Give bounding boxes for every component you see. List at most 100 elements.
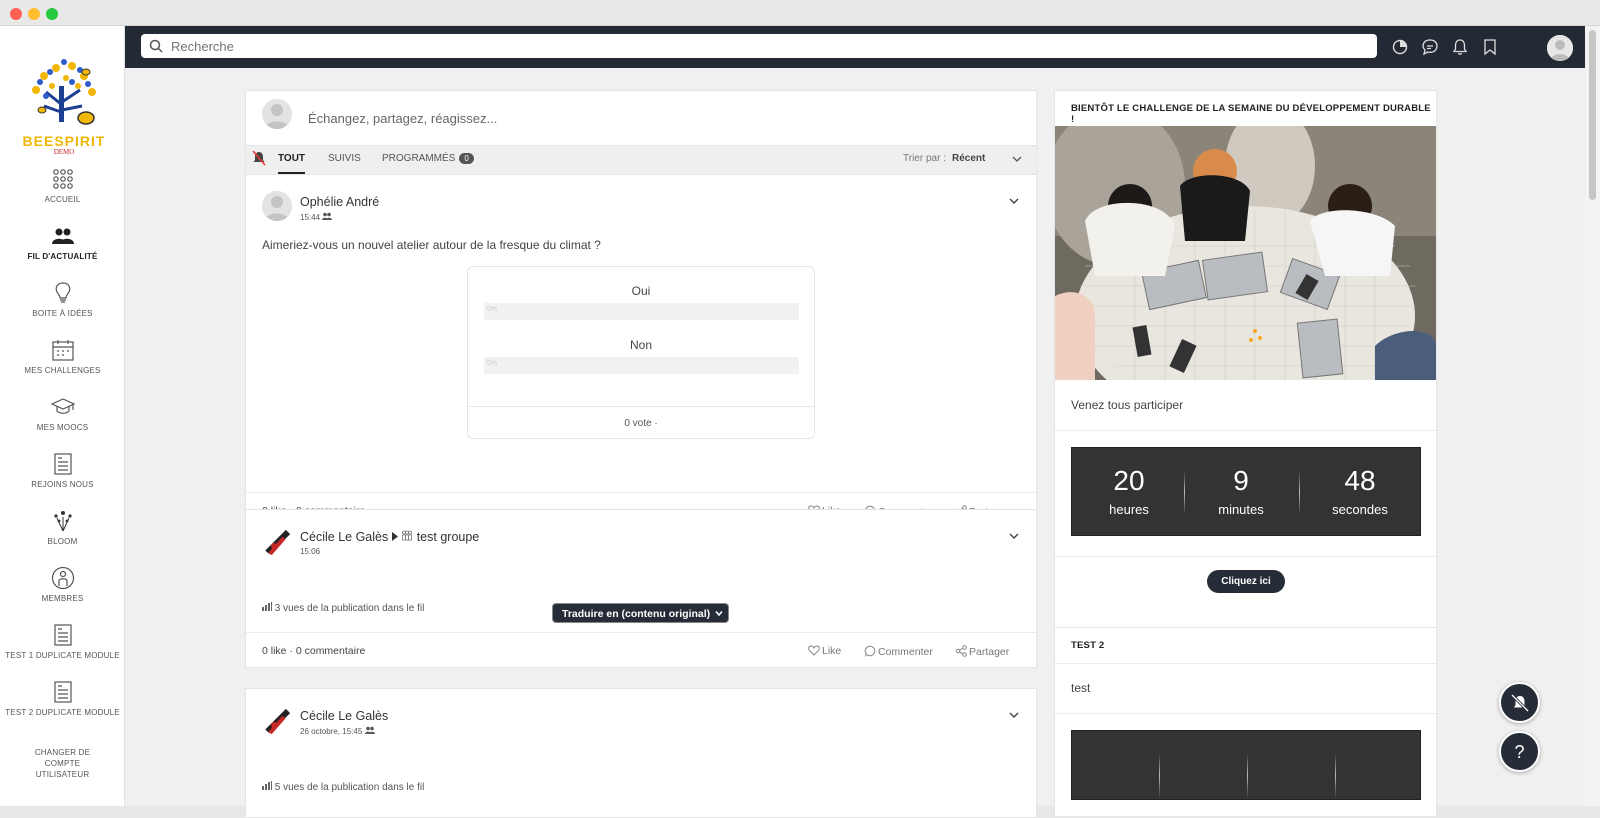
countdown-seconds-value: 48 bbox=[1344, 465, 1376, 496]
nav-item-fil-actualite[interactable]: FIL D'ACTUALITÉ bbox=[0, 224, 125, 262]
help-button[interactable]: ? bbox=[1499, 731, 1540, 772]
page-scrollbar[interactable] bbox=[1585, 26, 1600, 806]
poll-option-bar[interactable]: 0% bbox=[484, 357, 799, 374]
avatar[interactable] bbox=[262, 191, 292, 221]
poll-percent: 0% bbox=[487, 360, 498, 367]
countdown-timer bbox=[1071, 730, 1421, 800]
nav-label: ACCUEIL bbox=[44, 195, 81, 204]
beespirit-logo[interactable]: BEESPIRIT DEMO bbox=[22, 46, 106, 162]
countdown-separator bbox=[1159, 753, 1160, 798]
chevron-down-icon[interactable] bbox=[1008, 709, 1020, 721]
nav-label: BOITE À IDÉES bbox=[32, 309, 93, 318]
logo-text: BEESPIRIT bbox=[23, 133, 106, 149]
nav-label: REJOINS NOUS bbox=[31, 480, 94, 489]
nav-item-rejoins-nous[interactable]: REJOINS NOUS bbox=[0, 452, 125, 490]
nav-item-mes-moocs[interactable]: MES MOOCS bbox=[0, 395, 125, 433]
bookmark-icon[interactable] bbox=[1481, 38, 1499, 56]
tab-tout[interactable]: TOUT bbox=[278, 153, 306, 174]
share-button[interactable]: Partager bbox=[955, 645, 1009, 658]
countdown-minutes: 9 minutes bbox=[1201, 465, 1281, 517]
minimize-window-button[interactable] bbox=[28, 8, 40, 20]
close-window-button[interactable] bbox=[10, 8, 22, 20]
pie-chart-icon[interactable] bbox=[1391, 38, 1409, 56]
cliquez-ici-button[interactable]: Cliquez ici bbox=[1207, 570, 1285, 593]
bar-chart-icon bbox=[262, 781, 272, 790]
nav-item-changer-compte[interactable]: CHANGER DE COMPTE UTILISATEUR bbox=[0, 744, 125, 780]
nav-label: TEST 1 DUPLICATE MODULE bbox=[5, 651, 120, 660]
countdown-hours-value: 20 bbox=[1113, 465, 1145, 496]
challenge-photo[interactable] bbox=[1055, 126, 1436, 380]
translate-select[interactable]: Traduire en (contenu original) bbox=[552, 603, 729, 623]
nav-item-membres[interactable]: MEMBRES bbox=[0, 566, 125, 604]
post-author-name[interactable]: Cécile Le Galès bbox=[300, 530, 388, 544]
chevron-down-icon[interactable] bbox=[1008, 530, 1020, 542]
comment-button[interactable]: Commenter bbox=[864, 645, 933, 658]
countdown-hours: 20 heures bbox=[1089, 465, 1169, 517]
post-text: Aimeriez-vous un nouvel atelier autour d… bbox=[262, 238, 601, 252]
post-time-text: 15:44 bbox=[300, 213, 321, 222]
countdown-seconds: 48 secondes bbox=[1320, 465, 1400, 517]
post-composer[interactable]: Échangez, partagez, réagissez... bbox=[245, 90, 1037, 146]
scrollbar-thumb[interactable] bbox=[1589, 30, 1596, 200]
nav-label: CHANGER DE COMPTE UTILISATEUR bbox=[34, 748, 91, 779]
nav-label: MES MOOCS bbox=[36, 423, 89, 432]
countdown-separator bbox=[1184, 470, 1185, 515]
nav-item-bloom[interactable]: BLOOM bbox=[0, 509, 125, 547]
post-stats[interactable]: 0 like · 0 commentaire bbox=[262, 645, 365, 657]
notifications-off-button[interactable] bbox=[1499, 682, 1540, 723]
search-box[interactable] bbox=[141, 34, 1377, 58]
post-group[interactable]: test groupe bbox=[417, 530, 480, 544]
share-icon bbox=[955, 645, 967, 657]
tab-label: PROGRAMMÉS bbox=[382, 153, 456, 165]
nav-item-mes-challenges[interactable]: MES CHALLENGES bbox=[0, 338, 125, 376]
post-author: Cécile Le Galès test groupe bbox=[300, 530, 479, 544]
maximize-window-button[interactable] bbox=[46, 8, 58, 20]
user-avatar-icon[interactable] bbox=[1547, 35, 1573, 61]
sort-select[interactable]: Trier par : Récent bbox=[903, 153, 985, 164]
avatar[interactable] bbox=[262, 705, 292, 735]
composer-placeholder[interactable]: Échangez, partagez, réagissez... bbox=[308, 111, 497, 126]
feed-post: Cécile Le Galès test groupe 15:06 3 vues… bbox=[245, 509, 1037, 668]
poll-option-bar[interactable]: 0% bbox=[484, 303, 799, 320]
nav-label: FIL D'ACTUALITÉ bbox=[27, 252, 98, 261]
countdown-timer: 20 heures 9 minutes 48 secondes bbox=[1071, 447, 1421, 536]
nav-item-test1-duplicate[interactable]: TEST 1 DUPLICATE MODULE bbox=[0, 623, 125, 661]
sort-value: Récent bbox=[951, 153, 986, 164]
document-icon bbox=[53, 453, 72, 475]
countdown-minutes-label: minutes bbox=[1218, 502, 1264, 517]
post-author[interactable]: Cécile Le Galès bbox=[300, 709, 388, 723]
chevron-down-icon[interactable] bbox=[1008, 195, 1020, 207]
notifications-off-icon[interactable] bbox=[252, 150, 266, 166]
like-label: Like bbox=[822, 645, 842, 657]
post-author[interactable]: Ophélie André bbox=[300, 195, 379, 209]
calendar-icon bbox=[51, 340, 74, 361]
poll-votes: 0 vote · bbox=[468, 406, 814, 429]
feed-post: Cécile Le Galès 26 octobre, 15:45 5 vues… bbox=[245, 688, 1037, 818]
tab-programmes[interactable]: PROGRAMMÉS 0 bbox=[382, 153, 474, 164]
comment-label: Commenter bbox=[878, 646, 933, 658]
countdown-seconds-label: secondes bbox=[1332, 502, 1388, 517]
nav-item-accueil[interactable]: ACCUEIL bbox=[0, 167, 125, 205]
chevron-down-icon[interactable] bbox=[1012, 155, 1022, 163]
document-icon bbox=[53, 681, 72, 703]
nav-item-boite-a-idees[interactable]: BOITE À IDÉES bbox=[0, 281, 125, 319]
search-input[interactable] bbox=[171, 34, 1361, 58]
count-badge: 0 bbox=[459, 153, 474, 164]
poll: Oui 0% Non 0% 0 vote · bbox=[467, 266, 815, 439]
chevron-down-icon bbox=[715, 610, 723, 617]
countdown-separator bbox=[1299, 470, 1300, 515]
caret-right-icon bbox=[391, 532, 398, 541]
share-label: Partager bbox=[969, 646, 1010, 658]
audience-icon bbox=[322, 212, 333, 220]
logo-sub: DEMO bbox=[54, 148, 75, 156]
chat-icon[interactable] bbox=[1421, 38, 1439, 56]
tab-suivis[interactable]: SUIVIS bbox=[328, 153, 361, 164]
avatar[interactable] bbox=[262, 526, 292, 556]
challenge-description: Venez tous participer bbox=[1071, 398, 1184, 412]
test2-card: TEST 2 test bbox=[1054, 627, 1437, 817]
bell-icon[interactable] bbox=[1451, 38, 1469, 56]
audience-icon bbox=[364, 726, 375, 734]
like-button[interactable]: Like bbox=[808, 645, 841, 657]
nav-item-test2-duplicate[interactable]: TEST 2 DUPLICATE MODULE bbox=[0, 680, 125, 718]
post-footer: 0 like · 0 commentaire Like Commenter Pa… bbox=[246, 632, 1036, 668]
